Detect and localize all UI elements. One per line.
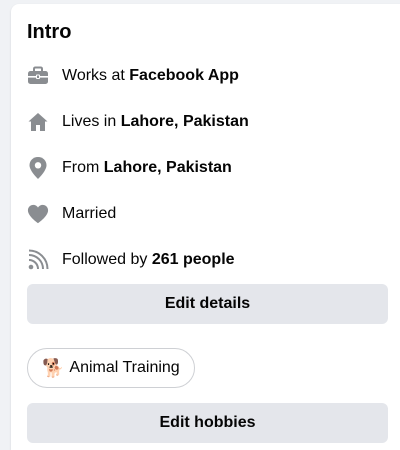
dog-icon: 🐕 [42, 357, 65, 378]
hobby-chip-animal-training[interactable]: 🐕 Animal Training [27, 348, 195, 388]
intro-title: Intro [27, 21, 72, 43]
followers-link[interactable]: 261 people [152, 251, 235, 268]
intro-item-followers-text: Followed by 261 people [62, 251, 235, 268]
home-icon [27, 111, 49, 133]
intro-item-hometown: From Lahore, Pakistan [27, 156, 232, 180]
intro-item-lives-in-text: Lives in Lahore, Pakistan [62, 113, 249, 130]
intro-item-relationship-text: Married [62, 205, 117, 222]
intro-item-work: Works at Facebook App [27, 64, 239, 88]
intro-item-lives-in: Lives in Lahore, Pakistan [27, 110, 249, 134]
edit-details-button[interactable]: Edit details [27, 284, 388, 324]
heart-icon [27, 203, 49, 225]
intro-item-hometown-text: From Lahore, Pakistan [62, 159, 232, 176]
intro-item-relationship: Married [27, 202, 116, 226]
intro-item-followers: Followed by 261 people [27, 248, 235, 272]
intro-item-work-text: Works at Facebook App [62, 67, 239, 84]
workplace-link[interactable]: Facebook App [129, 67, 239, 84]
edit-hobbies-button[interactable]: Edit hobbies [27, 403, 388, 443]
hometown-link[interactable]: Lahore, Pakistan [104, 159, 232, 176]
hobby-label: Animal Training [69, 359, 180, 376]
briefcase-icon [27, 65, 49, 87]
location-pin-icon [27, 157, 49, 179]
rss-feed-icon [27, 249, 49, 271]
current-city-link[interactable]: Lahore, Pakistan [121, 113, 249, 130]
intro-card: Intro Works at Facebook App Lives in Lah… [11, 4, 400, 450]
